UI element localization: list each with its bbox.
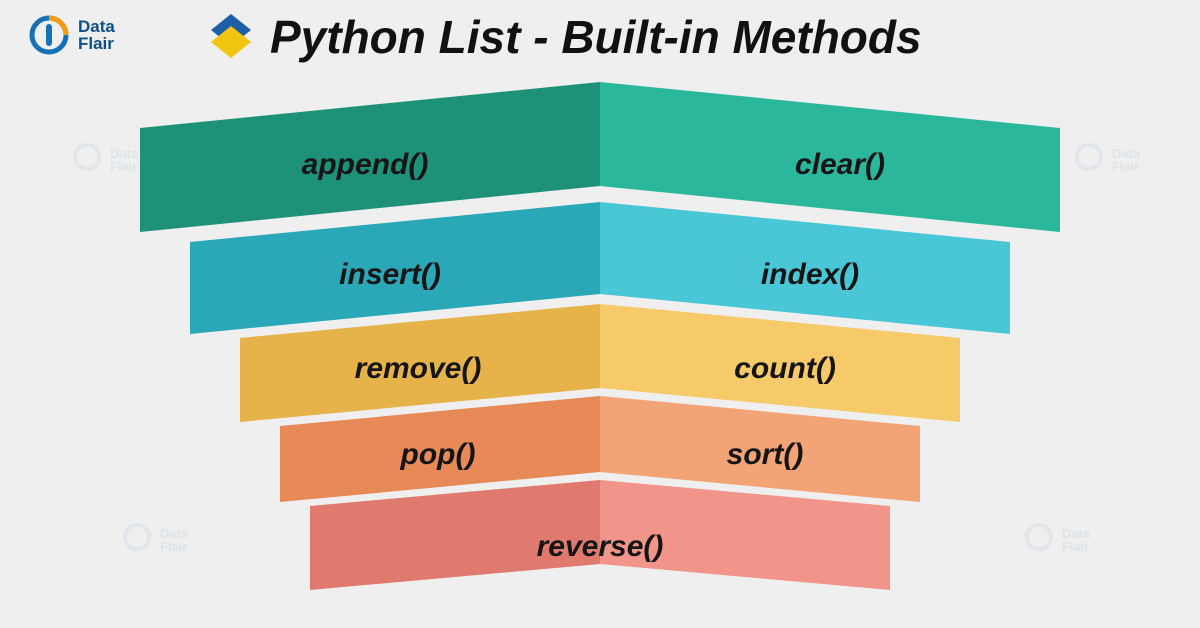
method-label: index() bbox=[761, 258, 859, 291]
brand-line1: Data bbox=[78, 18, 115, 35]
brand-text: Data Flair bbox=[78, 18, 115, 52]
brand-logo-icon bbox=[28, 14, 70, 56]
method-label: insert() bbox=[339, 258, 441, 291]
page-title: Python List - Built-in Methods bbox=[270, 10, 922, 64]
method-label: append() bbox=[302, 148, 429, 181]
method-label: reverse() bbox=[537, 530, 664, 563]
method-label: sort() bbox=[727, 438, 804, 471]
brand-line2: Flair bbox=[78, 35, 115, 52]
method-label: clear() bbox=[795, 148, 885, 181]
methods-stack: append() clear() insert() index() re bbox=[0, 82, 1200, 622]
diagram-canvas: Data Flair Python List - Built-in Method… bbox=[0, 0, 1200, 628]
brand-logo: Data Flair bbox=[28, 14, 115, 56]
method-label: count() bbox=[734, 352, 836, 385]
method-label: pop() bbox=[400, 438, 476, 471]
row-4: reverse() bbox=[310, 480, 890, 590]
method-label: remove() bbox=[355, 352, 482, 385]
title-icon bbox=[205, 12, 257, 69]
